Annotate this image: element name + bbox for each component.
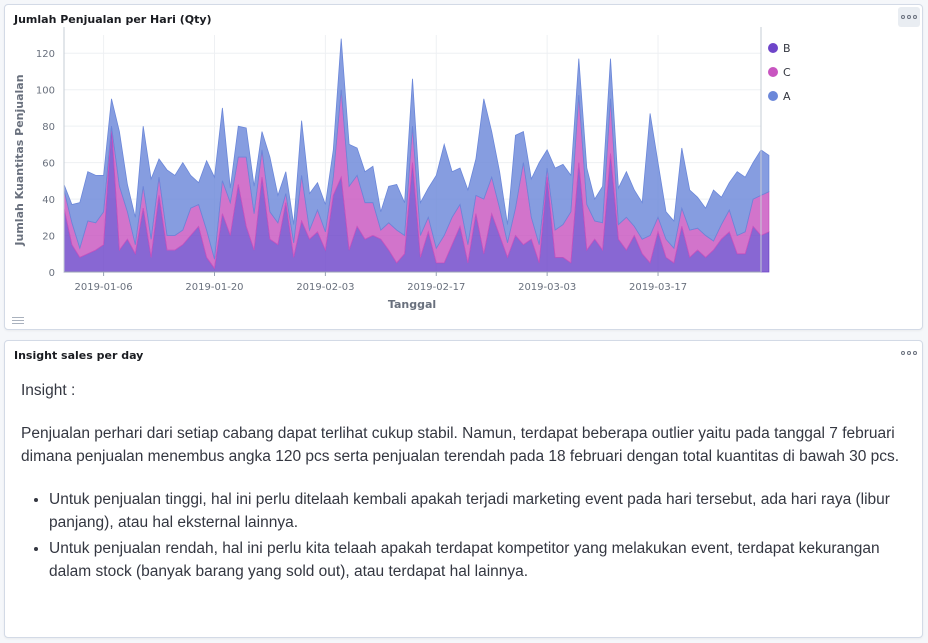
- y-tick-label: 40: [42, 195, 55, 206]
- chart-panel: Jumlah Penjualan per Hari (Qty) 0 20 40 60 8…: [4, 4, 923, 330]
- legend-label-C: C: [783, 66, 791, 79]
- x-axis-title: Tanggal: [388, 298, 436, 311]
- insight-panel-options-button[interactable]: [898, 343, 920, 363]
- y-tick-label: 20: [42, 232, 55, 243]
- y-tick-label: 60: [42, 159, 55, 170]
- y-axis-title: Jumlah Kuantitas Penjualan: [13, 74, 26, 246]
- insight-bullet: Untuk penjualan rendah, hal ini perlu ki…: [49, 537, 908, 583]
- legend-label-A: A: [783, 90, 791, 103]
- insight-heading: Insight :: [21, 382, 76, 399]
- panel-options-icon: [901, 351, 917, 355]
- legend-label-B: B: [783, 42, 791, 55]
- x-tick-label: 2019-03-17: [629, 282, 687, 293]
- legend-swatch-C: [768, 67, 778, 77]
- y-tick-label: 80: [42, 122, 55, 133]
- x-tick-label: 2019-02-17: [407, 282, 465, 293]
- insight-paragraph: Penjualan perhari dari setiap cabang dap…: [21, 425, 900, 465]
- x-tick-label: 2019-03-03: [518, 282, 576, 293]
- x-tick-label: 2019-01-20: [185, 282, 243, 293]
- chart-legend: BCA: [768, 42, 791, 103]
- chart-areas: [63, 38, 770, 273]
- legend-toggle-icon[interactable]: [12, 315, 24, 326]
- y-tick-label: 0: [49, 268, 55, 279]
- x-tick-label: 2019-02-03: [296, 282, 354, 293]
- legend-swatch-B: [768, 43, 778, 53]
- insight-bullet-list: Untuk penjualan tinggi, hal ini perlu di…: [49, 488, 908, 583]
- insight-panel: Insight sales per day Insight : Penjuala…: [4, 340, 923, 638]
- x-tick-label: 2019-01-06: [75, 282, 133, 293]
- insight-bullet: Untuk penjualan tinggi, hal ini perlu di…: [49, 488, 908, 534]
- sales-area-chart: 0 20 40 60 80 100 120 2019-01-06 2019-01-20 2019-…: [13, 27, 791, 311]
- legend-swatch-A: [768, 91, 778, 101]
- y-tick-label: 100: [36, 86, 55, 97]
- insight-panel-title: Insight sales per day: [14, 349, 144, 362]
- insight-content: Insight : Penjualan perhari dari setiap …: [21, 379, 908, 586]
- y-tick-label: 120: [36, 49, 55, 60]
